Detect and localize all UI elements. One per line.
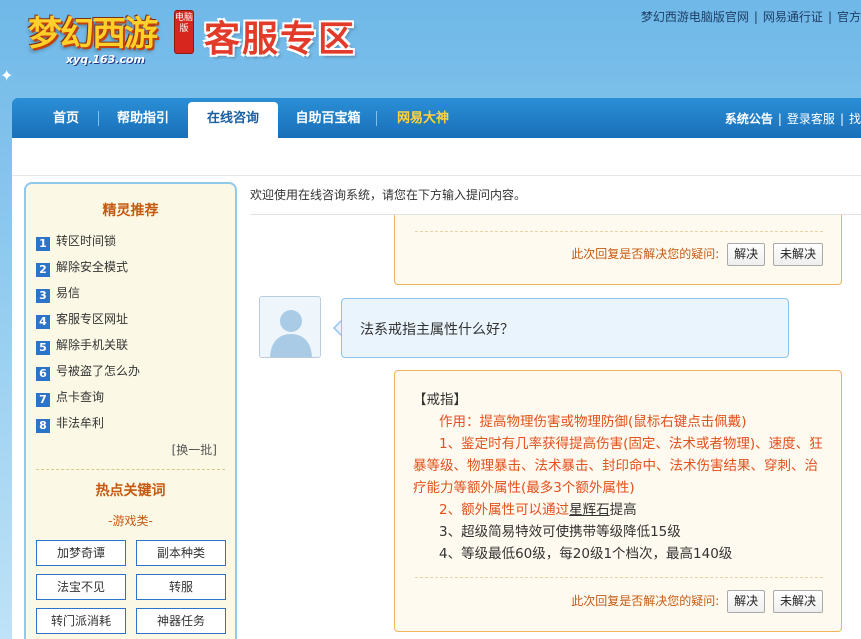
answer-text-fragment: 2、额外属性可以通过 [439,502,570,518]
answer-text: 【戒指】 作用：提高物理伤害或物理防御(鼠标右键点击佩戴) 1、鉴定时有几率获得… [413,389,823,565]
main-nav: 首页 帮助指引 在线咨询 自助百宝箱 网易大神 系统公告 | 登录客服 | 找 [12,98,861,138]
feedback-bar: 此次回复是否解决您的疑问: 解决 未解决 [571,243,823,266]
nav-divider [98,111,99,126]
rank-number: 7 [36,393,50,407]
list-item-label: 解除手机关联 [56,338,129,352]
resolved-button[interactable]: 解决 [727,590,766,613]
nav-login-service[interactable]: 登录客服 [787,112,835,126]
answer-line: 作用：提高物理伤害或物理防御(鼠标右键点击佩戴) [439,414,747,430]
answer-box: 【戒指】 作用：提高物理伤害或物理防御(鼠标右键点击佩戴) 1、鉴定时有几率获得… [394,370,842,632]
rank-number: 5 [36,341,50,355]
logo-url: xyq.163.com [66,53,145,66]
list-item[interactable]: 5 解除手机关联 [36,332,235,358]
welcome-message: 欢迎使用在线咨询系统，请您在下方输入提问内容。 [250,188,527,202]
logo-text: 梦幻西游 [28,14,158,54]
list-item[interactable]: 1 转区时间锁 [36,228,235,254]
nav-help[interactable]: 帮助指引 [108,98,178,138]
recommend-title: 精灵推荐 [102,203,159,219]
list-item[interactable]: 2 解除安全模式 [36,254,235,280]
rank-number: 2 [36,263,50,277]
divider [415,577,823,578]
list-item[interactable]: 7 点卡查询 [36,384,235,410]
swap-button[interactable]: [换一批] [26,439,217,461]
hot-keywords-title: 热点关键词 [95,483,166,499]
sidebar: 精灵推荐 1 转区时间锁 2 解除安全模式 3 易信 4 客服专区网址 5 解除手机关联 … [24,182,237,639]
keyword-button[interactable]: 转门派消耗 [36,608,126,634]
answer-heading: 【戒指】 [413,392,467,408]
logo-badge: 电脑版 [174,10,194,54]
nav-announcement[interactable]: 系统公告 [725,112,773,126]
list-item-label: 号被盗了怎么办 [56,364,141,378]
list-item-label: 非法牟利 [56,416,105,430]
nav-home[interactable]: 首页 [38,98,94,138]
rank-number: 4 [36,315,50,329]
unresolved-button[interactable]: 未解决 [772,243,823,266]
nav-right-links: 系统公告 | 登录客服 | 找 [725,98,861,138]
feedback-prompt: 此次回复是否解决您的疑问: [571,247,720,261]
answer-line: 4、等级最低60级，每20级1个档次，最高140级 [439,546,733,562]
list-item[interactable]: 4 客服专区网址 [36,306,235,332]
gem-link[interactable]: 星辉石 [569,502,610,518]
nav-divider [376,111,377,126]
divider: | [753,10,758,24]
top-link-official[interactable]: 梦幻西游电脑版官网 [641,10,749,24]
answer-line: 2、额外属性可以通过星辉石提高 [413,499,823,521]
question-bubble: 法系戒指主属性什么好？ [341,298,789,358]
answer-line: 1、鉴定时有几率获得提高伤害(固定、法术或者物理)、速度、狂暴等级、物理暴击、法… [413,436,823,496]
recommend-list: 1 转区时间锁 2 解除安全模式 3 易信 4 客服专区网址 5 解除手机关联 6 号被盗了… [36,228,235,436]
sub-bar [12,138,861,176]
avatar [259,296,321,358]
game-logo[interactable]: 梦幻西游 电脑版 xyq.163.com [22,2,194,68]
keyword-button[interactable]: 加梦奇谭 [36,540,126,566]
nav-netease-dashen[interactable]: 网易大神 [388,98,458,138]
page-title: 客服专区 [204,19,357,60]
answer-box-previous: 此次回复是否解决您的疑问: 解决 未解决 [394,215,842,285]
nav-online-consult[interactable]: 在线咨询 [188,102,278,138]
list-item-label: 易信 [56,286,81,300]
keyword-button[interactable]: 副本种类 [136,540,226,566]
list-item[interactable]: 3 易信 [36,280,235,306]
user-avatar-icon [260,297,320,357]
keyword-button[interactable]: 法宝不见 [36,574,126,600]
answer-line: 3、超级简易特效可使携带等级降低15级 [439,524,681,540]
nav-find[interactable]: 找 [849,112,861,126]
list-item[interactable]: 6 号被盗了怎么办 [36,358,235,384]
list-item[interactable]: 8 非法牟利 [36,410,235,436]
header: 梦幻西游 电脑版 xyq.163.com 客服专区 ✦ 梦幻西游电脑版官网 | 网易… [0,0,861,98]
resolved-button[interactable]: 解决 [727,243,766,266]
feedback-prompt: 此次回复是否解决您的疑问: [571,594,720,608]
feedback-bar: 此次回复是否解决您的疑问: 解决 未解决 [571,590,823,613]
divider: | [777,112,782,126]
top-links: 梦幻西游电脑版官网 | 网易通行证 | 官方 [641,8,861,25]
sparkle-icon: ✦ [0,66,14,85]
rank-number: 6 [36,367,50,381]
rank-number: 8 [36,419,50,433]
keyword-button[interactable]: 转服 [136,574,226,600]
divider [36,469,225,470]
nav-toolbox[interactable]: 自助百宝箱 [288,98,368,138]
divider: | [839,112,844,126]
list-item-label: 转区时间锁 [56,234,117,248]
hot-keywords-category: -游戏类- [108,514,153,528]
list-item-label: 解除安全模式 [56,260,129,274]
top-link-more[interactable]: 官方 [837,10,861,24]
divider [415,231,823,232]
rank-number: 3 [36,289,50,303]
divider: | [827,10,832,24]
keyword-button[interactable]: 神器任务 [136,608,226,634]
unresolved-button[interactable]: 未解决 [772,590,823,613]
keyword-grid: 加梦奇谭 副本种类 法宝不见 转服 转门派消耗 神器任务 [36,540,235,634]
top-link-passport[interactable]: 网易通行证 [763,10,823,24]
answer-text-fragment: 提高 [609,502,637,518]
list-item-label: 客服专区网址 [56,312,129,326]
list-item-label: 点卡查询 [56,390,105,404]
rank-number: 1 [36,237,50,251]
